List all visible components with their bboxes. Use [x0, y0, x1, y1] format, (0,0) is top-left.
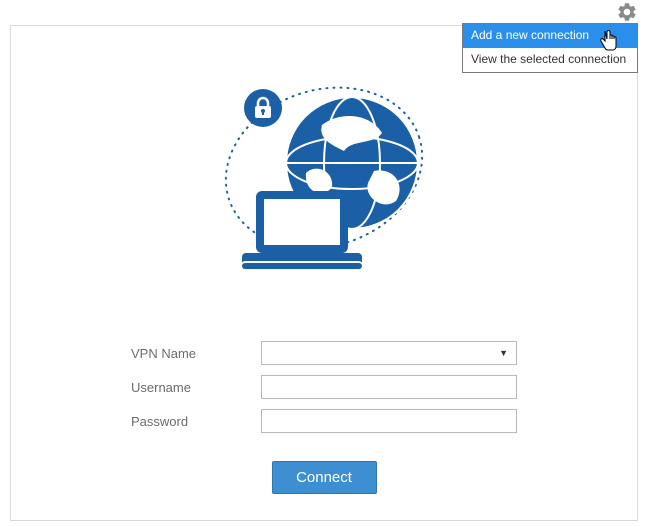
vpn-illustration — [204, 71, 444, 276]
username-input[interactable] — [261, 375, 517, 399]
vpn-panel: VPN Name ▼ Username Password Connect — [10, 25, 638, 521]
settings-menu: Add a new connection View the selected c… — [462, 23, 638, 73]
menu-item-view-connection[interactable]: View the selected connection — [463, 48, 637, 72]
gear-icon[interactable] — [616, 1, 638, 23]
password-input[interactable] — [261, 409, 517, 433]
password-label: Password — [131, 414, 261, 429]
vpn-form: VPN Name ▼ Username Password — [11, 341, 637, 443]
lock-icon — [244, 89, 282, 127]
username-label: Username — [131, 380, 261, 395]
connect-button[interactable]: Connect — [272, 461, 377, 494]
chevron-down-icon: ▼ — [499, 348, 508, 358]
vpn-name-select[interactable]: ▼ — [261, 341, 517, 365]
laptop-icon — [242, 191, 362, 269]
menu-item-add-connection[interactable]: Add a new connection — [463, 24, 637, 48]
vpn-name-label: VPN Name — [131, 346, 261, 361]
